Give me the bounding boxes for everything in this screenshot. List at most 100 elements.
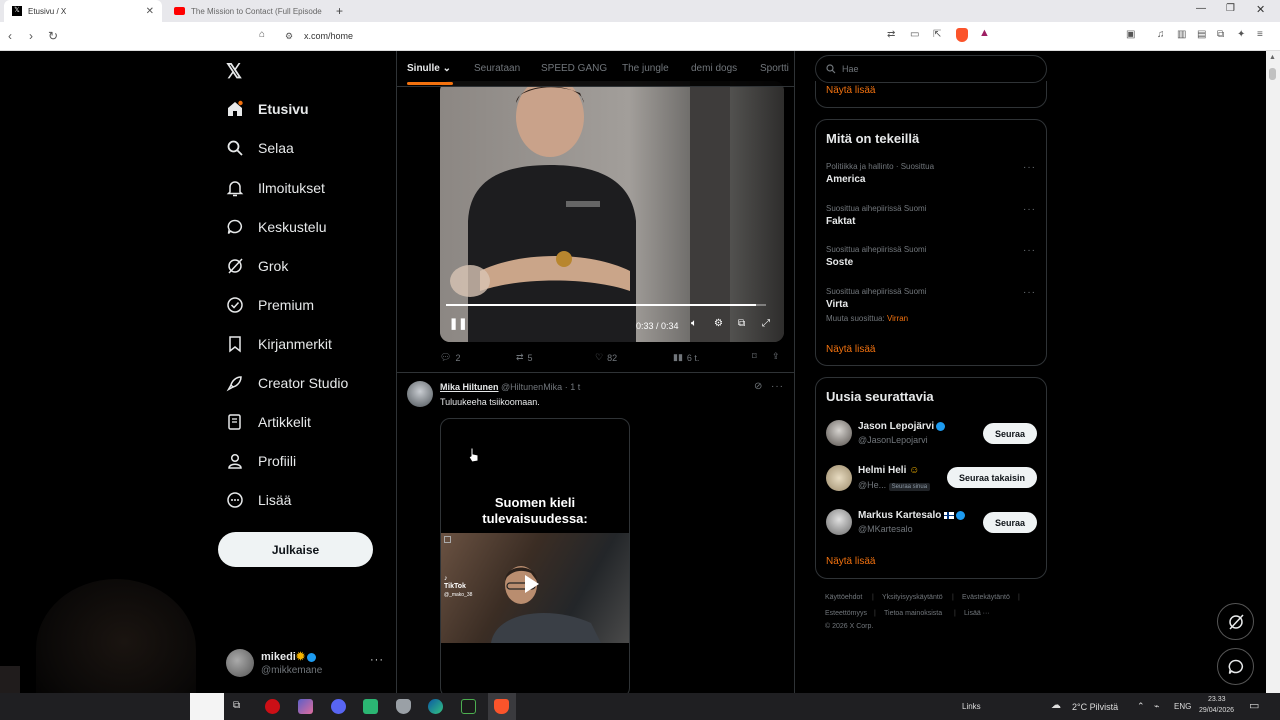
menu-icon[interactable]: ≡ <box>1257 29 1263 40</box>
post-more-icon[interactable]: ··· <box>771 381 784 392</box>
clock-date[interactable]: 29/04/2026 <box>1199 707 1234 714</box>
follow-name-row[interactable]: Markus Kartesalo <box>858 510 966 521</box>
clock-time[interactable]: 23.33 <box>1208 696 1226 703</box>
bookmark-post-icon[interactable]: ⌑ <box>752 351 757 362</box>
follow-name-row[interactable]: Helmi Heli ☺ <box>858 465 919 476</box>
post-button[interactable]: Julkaise <box>218 532 373 567</box>
video-player[interactable]: ❚❚ 0:33 / 0:34 🔈︎ ⚙ ⧉ ⤢ <box>440 81 784 342</box>
show-more-link[interactable]: Näytä lisää <box>826 556 875 567</box>
links-toolbar[interactable]: Links <box>962 702 981 711</box>
shield-icon[interactable] <box>396 699 411 714</box>
trend-more-icon[interactable]: ··· <box>1023 287 1036 298</box>
account-avatar[interactable] <box>226 649 254 677</box>
views-button[interactable]: ▮▮ 6 t. <box>673 352 699 363</box>
cast-icon[interactable]: ▭ <box>910 29 919 40</box>
grok-post-icon[interactable]: ⊘ <box>754 381 762 392</box>
back-icon[interactable]: ‹ <box>8 29 12 43</box>
leo-icon[interactable]: ✦ <box>1237 29 1245 40</box>
nav-creator-studio[interactable]: Creator Studio <box>226 374 348 392</box>
nav-explore[interactable]: Selaa <box>226 139 294 157</box>
brave-icon[interactable] <box>494 699 509 714</box>
site-info-icon[interactable]: ⚙ <box>285 31 293 42</box>
page-scrollbar[interactable]: ▲ <box>1266 51 1280 693</box>
play-icon[interactable] <box>525 575 539 593</box>
share-icon[interactable]: ⇱ <box>933 29 941 40</box>
wallet-icon[interactable]: ▤ <box>1197 29 1206 40</box>
new-tab-icon[interactable]: + <box>336 4 343 18</box>
extensions-icon[interactable]: ⧉ <box>1217 29 1224 40</box>
translate-icon[interactable]: ⇄ <box>887 29 895 40</box>
trend-name[interactable]: Soste <box>826 257 853 268</box>
sidebar-icon[interactable]: ▥ <box>1177 29 1186 40</box>
footer-link[interactable]: Tietoa mainoksista <box>884 610 942 617</box>
trend-more-icon[interactable]: ··· <box>1023 204 1036 215</box>
tab-following[interactable]: Seurataan <box>474 63 520 74</box>
task-view-icon[interactable]: ⧉ <box>233 700 240 711</box>
brave-rewards-icon[interactable]: ▲ <box>979 27 990 39</box>
footer-link[interactable]: Evästekäytäntö <box>962 594 1010 601</box>
nav-premium[interactable]: Premium <box>226 296 314 314</box>
nav-home[interactable]: Etusivu <box>226 100 309 118</box>
network-icon[interactable]: ⌁ <box>1154 701 1159 712</box>
tab-demi-dogs[interactable]: demi dogs <box>691 63 737 74</box>
search-input[interactable]: Hae <box>815 55 1047 83</box>
trend-more-icon[interactable]: ··· <box>1023 245 1036 256</box>
scroll-up-icon[interactable]: ▲ <box>1269 54 1276 61</box>
account-more-icon[interactable]: ··· <box>370 654 384 666</box>
tab-for-you[interactable]: Sinulle ⌄ <box>407 63 451 74</box>
repost-button[interactable]: ⇄ 5 <box>516 352 533 363</box>
weather[interactable]: 2°C Pilvistä <box>1072 702 1118 712</box>
pip-icon[interactable]: ⧉ <box>738 318 745 329</box>
author-name[interactable]: Mika Hiltunen <box>440 382 499 392</box>
avatar[interactable] <box>407 381 433 407</box>
scrollbar-thumb[interactable] <box>1269 68 1276 80</box>
url-field[interactable]: x.com/home <box>304 31 353 41</box>
trend-more-icon[interactable]: ··· <box>1023 162 1036 173</box>
follow-name-row[interactable]: Jason Lepojärvi <box>858 421 946 432</box>
settings-icon[interactable]: ⚙ <box>714 318 723 329</box>
app-icon[interactable] <box>298 699 313 714</box>
show-more-link[interactable]: Näytä lisää <box>826 85 875 96</box>
footer-link[interactable]: Käyttöehdot <box>825 594 862 601</box>
like-button[interactable]: ♡ 82 <box>595 352 617 363</box>
trend-name[interactable]: Faktat <box>826 216 855 227</box>
forward-icon[interactable]: › <box>29 29 33 43</box>
nav-profile[interactable]: Profiili <box>226 452 296 470</box>
show-more-link[interactable]: Näytä lisää <box>826 344 875 355</box>
app-icon[interactable] <box>363 699 378 714</box>
x-logo-icon[interactable]: 𝕏 <box>226 59 242 84</box>
footer-link[interactable]: Yksityisyyskäytäntö <box>882 594 943 601</box>
author-handle[interactable]: @HiltunenMika <box>501 382 562 392</box>
bookmark-page-icon[interactable]: ⌂ <box>259 29 265 40</box>
minimize-icon[interactable]: — <box>1196 3 1206 14</box>
follow-back-button[interactable]: Seuraa takaisin <box>947 467 1037 488</box>
reader-icon[interactable]: ▣ <box>1126 29 1135 40</box>
media-icon[interactable]: ♫ <box>1157 29 1165 40</box>
nav-messages[interactable]: Keskustelu <box>226 218 326 236</box>
tab-sportti[interactable]: Sportti <box>760 63 789 74</box>
trend-name[interactable]: America <box>826 174 865 185</box>
trend-name[interactable]: Virta <box>826 299 848 310</box>
tab-the-jungle[interactable]: The jungle <box>622 63 669 74</box>
fullscreen-icon[interactable]: ⤢ <box>762 318 770 329</box>
notifications-icon[interactable]: ▭ <box>1249 699 1259 712</box>
discord-icon[interactable] <box>331 699 346 714</box>
follow-button[interactable]: Seuraa <box>983 512 1037 533</box>
footer-link[interactable]: Esteettömyys <box>825 610 867 617</box>
pause-icon[interactable]: ❚❚ <box>449 317 467 330</box>
avatar[interactable] <box>826 465 852 491</box>
post-time[interactable]: · 1 t <box>565 382 581 392</box>
share-post-icon[interactable]: ⇪ <box>772 351 780 362</box>
app-icon[interactable] <box>461 699 476 714</box>
reload-icon[interactable]: ↻ <box>48 29 58 43</box>
footer-link[interactable]: Lisää ··· <box>964 610 990 617</box>
browser-tab-active[interactable]: 𝕏 Etusivu / X ✕ <box>4 0 162 22</box>
language[interactable]: ENG <box>1174 702 1191 711</box>
grok-fab[interactable] <box>1217 603 1254 640</box>
brave-shield-icon[interactable] <box>956 28 968 42</box>
reply-button[interactable]: 💬︎ 2 <box>440 352 460 363</box>
tray-chevron-icon[interactable]: ⌃ <box>1137 701 1145 712</box>
volume-icon[interactable]: 🔈︎ <box>691 318 697 329</box>
related-link[interactable]: Virran <box>887 314 908 323</box>
nav-articles[interactable]: Artikkelit <box>226 413 311 431</box>
